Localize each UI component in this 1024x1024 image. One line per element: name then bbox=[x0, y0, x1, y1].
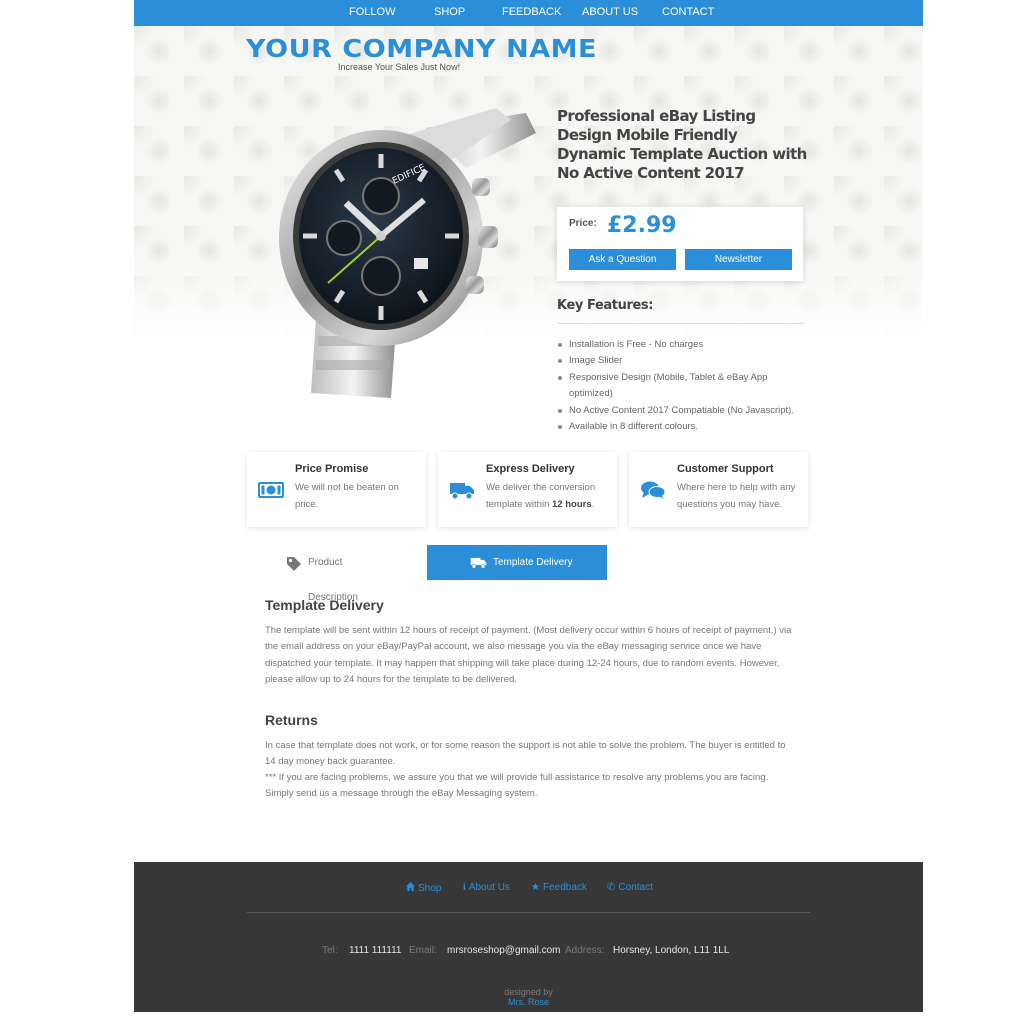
address-label: Address: bbox=[565, 945, 605, 956]
template-delivery-text: The template will be sent within 12 hour… bbox=[265, 625, 792, 686]
nav-about-us[interactable]: ABOUT US bbox=[582, 6, 638, 18]
feature-text: We will not be beaten on price. bbox=[295, 482, 399, 510]
phone-icon: ✆ bbox=[607, 882, 616, 893]
tag-icon bbox=[287, 557, 301, 571]
footer-link-about-us[interactable]: i About Us bbox=[463, 882, 510, 893]
template-delivery-heading: Template Delivery bbox=[265, 597, 384, 613]
info-icon: i bbox=[463, 882, 466, 893]
designer-link[interactable]: Mrs. Rose bbox=[134, 997, 923, 1007]
price-value: £2.99 bbox=[607, 213, 677, 238]
feature-card-customer-support: Customer Support Where here to help with… bbox=[629, 452, 808, 527]
price-box: Price: £2.99 Ask a Question Newsletter bbox=[557, 207, 803, 281]
returns-text: In case that template does not work, or … bbox=[265, 740, 786, 768]
nav-feedback[interactable]: FEEDBACK bbox=[502, 6, 561, 18]
price-label: Price: bbox=[569, 218, 597, 229]
product-title: Professional eBay Listing Design Mobile … bbox=[557, 107, 807, 182]
star-icon: ★ bbox=[531, 882, 540, 893]
designed-by-label: designed by bbox=[504, 987, 553, 997]
address-value: Horsney, London, L11 1LL bbox=[613, 945, 730, 956]
top-nav-bar: FOLLOW SHOP FEEDBACK ABOUT US CONTACT bbox=[134, 0, 923, 26]
tab-product-description[interactable]: Product Description bbox=[286, 545, 393, 603]
returns-heading: Returns bbox=[265, 712, 318, 728]
truck-icon bbox=[450, 483, 474, 500]
key-feature-item: No Active Content 2017 Compatiable (No J… bbox=[557, 403, 802, 419]
money-icon bbox=[258, 482, 284, 498]
company-logo[interactable]: YOUR COMPANY NAME bbox=[246, 34, 597, 63]
newsletter-button[interactable]: Newsletter bbox=[685, 249, 792, 270]
company-tagline: Increase Your Sales Just Now! bbox=[338, 62, 461, 72]
footer-link-contact[interactable]: ✆ Contact bbox=[607, 882, 653, 893]
key-feature-item: Responsive Design (Mobile, Tablet & eBay… bbox=[557, 370, 802, 403]
tab-label: Template Delivery bbox=[493, 557, 573, 568]
chat-icon bbox=[641, 481, 666, 499]
feature-title: Customer Support bbox=[677, 463, 774, 475]
feature-text: We deliver the conversion template withi… bbox=[486, 482, 596, 510]
footer: Shop i About Us ★ Feedback ✆ Contact Tel: 1… bbox=[134, 862, 923, 1012]
tel-value: 1111 111111 bbox=[349, 945, 402, 956]
tab-template-delivery[interactable]: Template Delivery bbox=[427, 545, 607, 580]
footer-link-feedback[interactable]: ★ Feedback bbox=[531, 882, 587, 893]
feature-card-express-delivery: Express Delivery We deliver the conversi… bbox=[438, 452, 617, 527]
feature-title: Express Delivery bbox=[486, 463, 575, 475]
key-features-heading: Key Features: bbox=[557, 298, 654, 313]
feature-text: Where here to help with any questions yo… bbox=[677, 482, 796, 510]
key-feature-item: Available in 8 different colours. bbox=[557, 419, 802, 435]
feature-card-price-promise: Price Promise We will not be beaten on p… bbox=[247, 452, 426, 527]
key-feature-item: Image Slider bbox=[557, 353, 802, 369]
feature-title: Price Promise bbox=[295, 463, 369, 475]
wristwatch-image[interactable]: EDIFICE bbox=[276, 108, 536, 398]
nav-follow[interactable]: FOLLOW bbox=[349, 6, 395, 18]
key-features-list: Installation is Free - No charges Image … bbox=[557, 337, 802, 435]
nav-shop[interactable]: SHOP bbox=[434, 6, 465, 18]
footer-divider bbox=[247, 912, 810, 913]
ask-question-button[interactable]: Ask a Question bbox=[569, 249, 676, 270]
listing-page: FOLLOW SHOP FEEDBACK ABOUT US CONTACT YO… bbox=[134, 0, 923, 1012]
email-value[interactable]: mrsroseshop@gmail.com bbox=[447, 945, 561, 956]
home-icon bbox=[406, 882, 415, 891]
truck-icon bbox=[470, 557, 487, 569]
email-label: Email: bbox=[409, 945, 437, 956]
footer-link-shop[interactable]: Shop bbox=[406, 882, 441, 894]
key-features-divider bbox=[557, 323, 804, 324]
key-feature-item: Installation is Free - No charges bbox=[557, 337, 802, 353]
nav-contact[interactable]: CONTACT bbox=[662, 6, 714, 18]
returns-note: *** If you are facing problems, we assur… bbox=[265, 772, 769, 800]
tel-label: Tel: bbox=[322, 945, 338, 956]
